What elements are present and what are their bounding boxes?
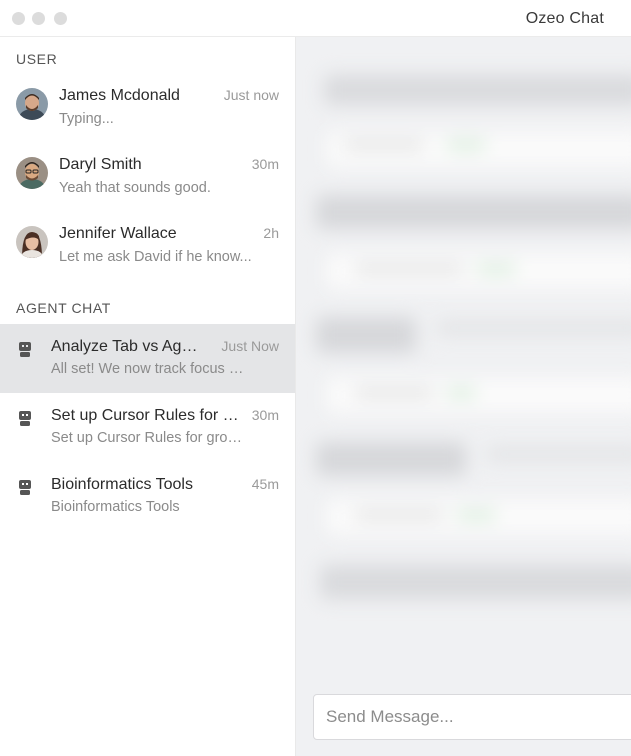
conversation-name: Jennifer Wallace [59, 225, 177, 242]
agent-conversation-item[interactable]: Analyze Tab vs Agent Usage Patterns All … [0, 324, 295, 393]
conversation-time: Just Now [221, 338, 279, 354]
section-title-user: USER [16, 51, 58, 67]
conversation-preview: All set! We now track focus and usage [51, 361, 246, 377]
conversation-name: Daryl Smith [59, 156, 142, 173]
conversation-item[interactable]: James Mcdonald Typing... Just now [0, 75, 295, 144]
app-window: Ozeo Chat USER James Mcdonald Typing... … [0, 0, 631, 756]
blurred-chat-history [296, 37, 631, 756]
app-title: Ozeo Chat [525, 10, 604, 27]
conversation-preview: Set up Cursor Rules for group settings [51, 430, 249, 446]
avatar [16, 226, 48, 258]
conversation-time: 45m [251, 476, 279, 492]
conversation-item[interactable]: Jennifer Wallace Let me ask David if he … [0, 213, 295, 282]
agent-conversation-item[interactable]: Bioinformatics Tools Bioinformatics Tool… [0, 462, 295, 531]
sidebar: USER James Mcdonald Typing... Just now D… [0, 37, 296, 756]
minimize-window-button[interactable] [32, 12, 45, 25]
chat-panel [296, 37, 631, 756]
section-title-agent-chat: AGENT CHAT [16, 300, 111, 316]
agent-conversation-item[interactable]: Set up Cursor Rules for Dashboard Set up… [0, 393, 295, 462]
conversation-item[interactable]: Daryl Smith Yeah that sounds good. 30m [0, 144, 295, 213]
conversation-time: 30m [251, 156, 279, 172]
title-bar: Ozeo Chat [0, 0, 631, 37]
conversation-preview: Yeah that sounds good. [59, 180, 211, 196]
zoom-window-button[interactable] [54, 12, 67, 25]
conversation-time: Just now [223, 87, 279, 103]
robot-icon [19, 342, 31, 357]
avatar [16, 157, 48, 189]
message-composer [313, 694, 631, 740]
avatar [16, 88, 48, 120]
robot-icon [19, 480, 31, 495]
conversation-name: Analyze Tab vs Agent Usage Patterns [51, 338, 206, 355]
robot-icon [19, 411, 31, 426]
conversation-name: James Mcdonald [59, 87, 180, 104]
message-input[interactable] [314, 695, 628, 739]
conversation-preview: Typing... [59, 111, 114, 127]
conversation-name: Set up Cursor Rules for Dashboard [51, 407, 239, 424]
conversation-preview: Bioinformatics Tools [51, 499, 180, 515]
conversation-preview: Let me ask David if he know... [59, 249, 252, 265]
conversation-time: 2h [263, 225, 279, 241]
conversation-time: 30m [251, 407, 279, 423]
close-window-button[interactable] [12, 12, 25, 25]
conversation-name: Bioinformatics Tools [51, 476, 193, 493]
